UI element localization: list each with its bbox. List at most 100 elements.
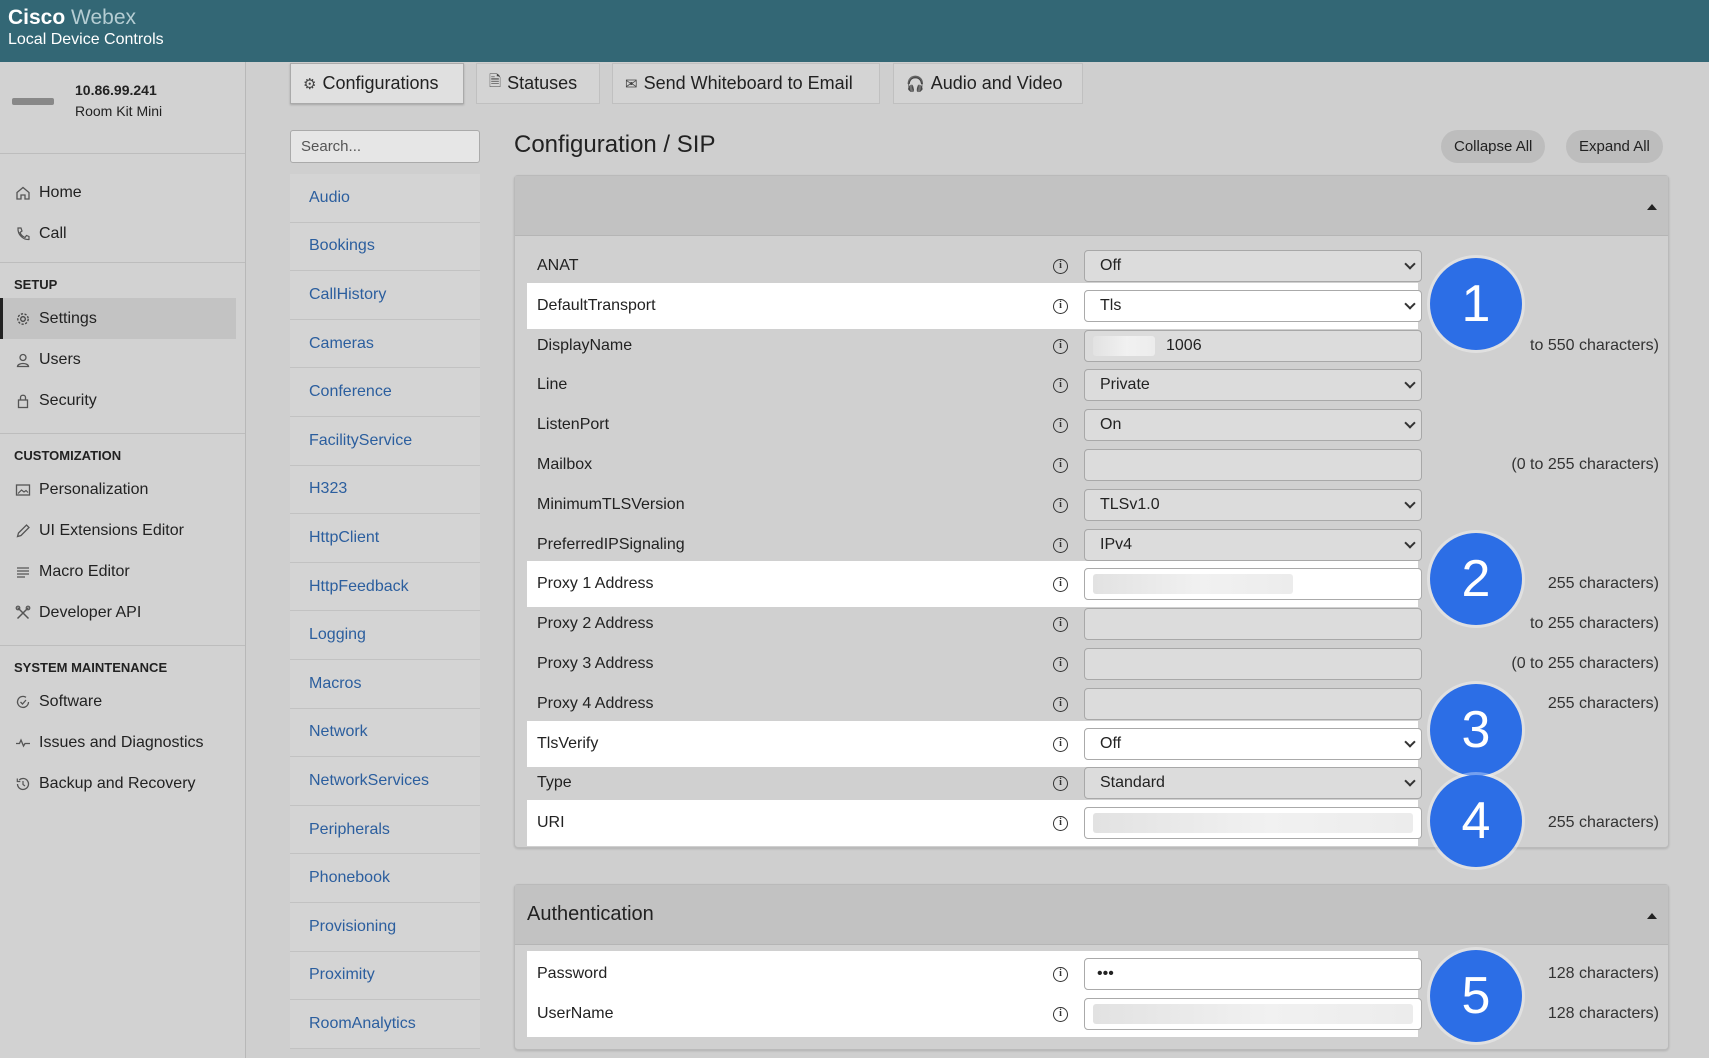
length-hint: 255 characters) — [1547, 694, 1659, 712]
category-item[interactable]: CallHistory — [290, 271, 480, 320]
category-item[interactable]: Network — [290, 708, 480, 758]
info-icon[interactable]: i — [1053, 537, 1068, 553]
setting-text-input[interactable] — [1084, 807, 1422, 840]
category-item[interactable]: Proximity — [290, 951, 480, 1001]
tab-configurations[interactable]: ⚙ Configurations — [290, 63, 464, 104]
history-icon — [14, 775, 32, 793]
setting-text-input[interactable] — [1084, 608, 1422, 641]
sidebar-item-home[interactable]: Home — [0, 172, 236, 213]
length-hint: to 550 characters) — [1530, 336, 1659, 354]
sidebar-item-software[interactable]: Software — [0, 681, 236, 722]
setting-label: DefaultTransport — [537, 296, 656, 314]
collapse-caret-icon[interactable] — [1647, 204, 1657, 210]
info-icon[interactable]: i — [1053, 338, 1068, 354]
setting-text-input[interactable]: ••• — [1084, 958, 1422, 990]
setting-label: Line — [537, 376, 568, 394]
sidebar-item-personalization[interactable]: Personalization — [0, 469, 236, 510]
setting-text-input[interactable] — [1084, 568, 1422, 601]
sidebar: 10.86.99.241 Room Kit Mini Home Call SET… — [0, 62, 246, 1058]
tab-statuses[interactable]: 🗎 Statuses — [476, 63, 600, 104]
category-item[interactable]: HttpClient — [290, 514, 480, 563]
category-item[interactable]: Provisioning — [290, 902, 480, 952]
panel-header[interactable] — [515, 176, 1668, 236]
select-value: Off — [1100, 257, 1122, 274]
category-item[interactable]: Peripherals — [290, 805, 480, 855]
sidebar-item-macro-editor[interactable]: Macro Editor — [0, 551, 236, 592]
setting-text-input[interactable] — [1084, 648, 1422, 680]
category-item[interactable]: Cameras — [290, 319, 480, 369]
collapse-caret-icon[interactable] — [1647, 913, 1657, 919]
setting-select[interactable]: On — [1084, 409, 1422, 442]
category-item[interactable]: Logging — [290, 611, 480, 660]
info-icon[interactable]: i — [1053, 378, 1068, 394]
panel-header[interactable]: Authentication — [515, 885, 1668, 945]
setting-select[interactable]: TLSv1.0 — [1084, 488, 1422, 521]
setting-text-input[interactable] — [1084, 997, 1422, 1030]
category-item[interactable]: H323 — [290, 465, 480, 515]
info-icon[interactable]: i — [1053, 418, 1068, 434]
setting-label: ANAT — [537, 257, 579, 274]
setting-label: PreferredIPSignaling — [537, 535, 685, 553]
info-icon[interactable]: i — [1053, 298, 1068, 314]
setting-select[interactable]: Off — [1084, 727, 1422, 760]
home-icon — [14, 184, 32, 202]
info-icon[interactable]: i — [1053, 967, 1068, 982]
chevron-down-icon — [1404, 417, 1416, 429]
category-item[interactable]: HttpFeedback — [290, 562, 480, 612]
category-item[interactable]: Conference — [290, 368, 480, 417]
sidebar-item-backup-and-recovery[interactable]: Backup and Recovery — [0, 763, 236, 804]
setting-text-input[interactable] — [1084, 687, 1422, 720]
category-item[interactable]: FacilityService — [290, 416, 480, 466]
chevron-down-icon — [1404, 377, 1416, 390]
sidebar-item-security[interactable]: Security — [0, 380, 236, 421]
info-icon[interactable]: i — [1053, 259, 1068, 274]
expand-all-button[interactable]: Expand All — [1566, 130, 1663, 163]
setting-text-input[interactable] — [1084, 449, 1422, 481]
info-icon[interactable]: i — [1053, 497, 1068, 513]
setting-select[interactable]: Standard — [1084, 767, 1422, 800]
mail-icon: ✉ — [625, 75, 638, 93]
setting-label: ListenPort — [537, 416, 610, 434]
info-icon[interactable]: i — [1053, 776, 1068, 792]
info-icon[interactable]: i — [1053, 458, 1068, 473]
info-icon[interactable]: i — [1053, 657, 1068, 672]
sidebar-item-users[interactable]: Users — [0, 339, 236, 380]
category-item[interactable]: Macros — [290, 659, 480, 709]
select-value: On — [1100, 416, 1122, 434]
category-item[interactable]: Audio — [290, 174, 480, 223]
info-icon[interactable]: i — [1053, 617, 1068, 633]
chevron-down-icon — [1404, 775, 1416, 788]
sidebar-item-settings[interactable]: Settings — [0, 298, 236, 339]
tab-audio-and-video[interactable]: 🎧 Audio and Video — [893, 63, 1083, 104]
sidebar-item-call[interactable]: Call — [0, 213, 236, 254]
tab-label: Audio and Video — [930, 73, 1063, 93]
category-item[interactable]: Phonebook — [290, 854, 480, 903]
collapse-all-button[interactable]: Collapse All — [1441, 130, 1546, 163]
length-hint: (0 to 255 characters) — [1511, 456, 1659, 473]
sidebar-item-ui-extensions-editor[interactable]: UI Extensions Editor — [0, 510, 236, 551]
setting-label: Type — [537, 774, 572, 792]
length-hint: (0 to 255 characters) — [1511, 655, 1659, 672]
tab-send-whiteboard-to-email[interactable]: ✉ Send Whiteboard to Email — [612, 63, 880, 104]
setting-select[interactable]: Private — [1084, 369, 1422, 402]
category-item[interactable]: Bookings — [290, 222, 480, 272]
category-item[interactable]: NetworkServices — [290, 757, 480, 806]
chevron-down-icon — [1404, 735, 1416, 748]
info-icon[interactable]: i — [1053, 1006, 1068, 1022]
setting-select[interactable]: Off — [1084, 250, 1422, 282]
info-icon[interactable]: i — [1053, 696, 1068, 712]
section-heading-customization: CUSTOMIZATION — [14, 448, 122, 463]
setting-select[interactable]: IPv4 — [1084, 528, 1422, 561]
nav-group-main: Home Call — [0, 154, 245, 263]
setting-text-input[interactable]: 1006 — [1084, 329, 1422, 362]
setting-select[interactable]: Tls — [1084, 289, 1422, 322]
sidebar-item-developer-api[interactable]: Developer API — [0, 592, 236, 633]
search-input[interactable] — [290, 130, 480, 163]
nav-group-setup: SETUP Settings Users Security — [0, 263, 245, 434]
brand-bold: Cisco — [8, 6, 66, 29]
sidebar-item-issues-and-diagnostics[interactable]: Issues and Diagnostics — [0, 722, 236, 763]
category-item[interactable]: RoomAnalytics — [290, 1000, 480, 1049]
info-icon[interactable]: i — [1053, 736, 1068, 752]
tab-label: Send Whiteboard to Email — [643, 73, 853, 93]
length-hint: 128 characters) — [1547, 965, 1659, 982]
